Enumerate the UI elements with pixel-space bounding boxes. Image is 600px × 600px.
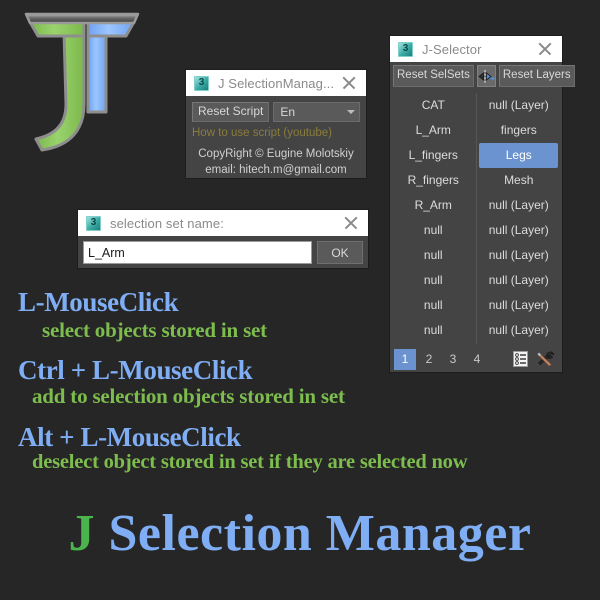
- chevron-down-icon: [347, 110, 355, 115]
- instruction-desc: deselect object stored in set if they ar…: [32, 450, 468, 473]
- youtube-help-link[interactable]: How to use script (youtube): [192, 127, 360, 141]
- layer-item[interactable]: null (Layer): [478, 243, 559, 268]
- layer-item[interactable]: null (Layer): [478, 193, 559, 218]
- maxscript-3-icon: [398, 41, 413, 57]
- set-name-title: selection set name:: [110, 215, 224, 231]
- layer-item[interactable]: Mesh: [478, 168, 559, 193]
- instructions-block: L-MouseClick select objects stored in se…: [0, 287, 600, 476]
- close-icon[interactable]: [534, 38, 556, 60]
- j-selector-toolbar: Reset SelSets Reset Layers: [393, 65, 575, 87]
- set-name-input[interactable]: [83, 241, 312, 264]
- layer-item[interactable]: Legs: [479, 143, 558, 168]
- ok-button[interactable]: OK: [317, 241, 363, 264]
- jt-logo: [12, 4, 152, 159]
- instruction-group: Alt + L-MouseClick deselect object store…: [0, 421, 600, 475]
- maxscript-3-icon: [194, 75, 209, 91]
- selection-manager-title: J SelectionManag...: [218, 75, 335, 91]
- instruction-key: Ctrl + L-MouseClick: [18, 355, 253, 386]
- instruction-key: L-MouseClick: [18, 287, 179, 317]
- reset-selsets-button[interactable]: Reset SelSets: [393, 65, 474, 87]
- reset-script-button[interactable]: Reset Script: [192, 102, 270, 123]
- maxscript-3-icon: [86, 215, 101, 231]
- instruction-key: Alt + L-MouseClick: [18, 421, 241, 452]
- copyright-line-1: CopyRight © Eugine Molotskiy: [198, 147, 354, 160]
- reset-layers-button[interactable]: Reset Layers: [498, 65, 575, 87]
- j-selector-titlebar: J-Selector: [390, 36, 562, 62]
- selection-set-item[interactable]: null: [393, 218, 474, 243]
- selection-manager-dialog: J SelectionManag... Reset Script En How …: [186, 70, 366, 178]
- layer-item[interactable]: null (Layer): [478, 93, 559, 118]
- instruction-desc: select objects stored in set: [42, 318, 267, 343]
- selection-manager-body: Reset Script En How to use script (youtu…: [186, 96, 366, 178]
- selection-manager-titlebar: J SelectionManag...: [186, 70, 366, 96]
- layer-item[interactable]: fingers: [478, 118, 559, 143]
- set-name-titlebar: selection set name:: [78, 210, 368, 236]
- layer-item[interactable]: null (Layer): [478, 218, 559, 243]
- language-dropdown-value: En: [280, 105, 296, 120]
- instruction-group: L-MouseClick select objects stored in se…: [0, 287, 600, 343]
- app-title: J Selection Manager: [0, 508, 600, 560]
- copyright-block: CopyRight © Eugine Molotskiy email: hite…: [192, 147, 360, 178]
- app-title-j: J: [68, 505, 96, 562]
- selection-set-item[interactable]: CAT: [393, 93, 474, 118]
- selection-set-item[interactable]: null: [393, 243, 474, 268]
- instruction-desc: add to selection objects stored in set: [32, 384, 345, 409]
- app-title-rest: Selection Manager: [95, 505, 532, 562]
- set-name-body: OK: [78, 236, 368, 264]
- close-icon[interactable]: [338, 72, 360, 94]
- selection-set-item[interactable]: R_fingers: [393, 168, 474, 193]
- instruction-group: Ctrl + L-MouseClick add to selection obj…: [0, 355, 600, 409]
- selection-set-item[interactable]: R_Arm: [393, 193, 474, 218]
- mirror-flip-icon[interactable]: [476, 65, 496, 87]
- selection-set-item[interactable]: L_fingers: [393, 143, 474, 168]
- selection-set-name-dialog: selection set name: OK: [78, 210, 368, 268]
- j-selector-title: J-Selector: [422, 41, 482, 57]
- copyright-email: email: hitech.m@gmail.com: [205, 163, 347, 176]
- close-icon[interactable]: [340, 212, 362, 234]
- selection-set-item[interactable]: L_Arm: [393, 118, 474, 143]
- language-dropdown[interactable]: En: [273, 102, 360, 123]
- selection-manager-toolbar: Reset Script En: [192, 102, 360, 123]
